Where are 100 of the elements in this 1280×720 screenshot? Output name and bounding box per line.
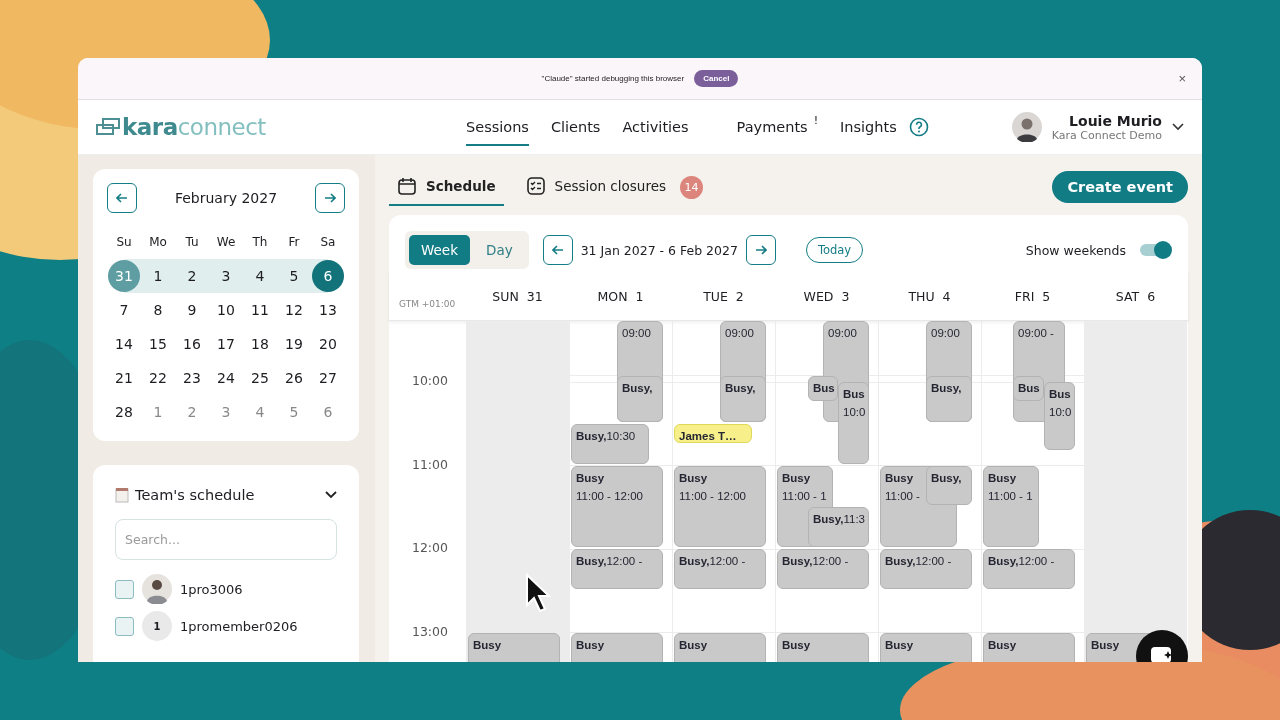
calendar-day[interactable]: 3 <box>210 260 242 292</box>
arrow-left-icon <box>551 245 564 255</box>
calendar-day[interactable]: 4 <box>244 260 276 292</box>
event-block[interactable]: Busy <box>983 632 1075 662</box>
nav-link[interactable]: Payments <box>736 108 808 146</box>
event-block[interactable]: Busy <box>674 632 766 662</box>
team-title: Team's schedule <box>135 487 256 503</box>
tab[interactable]: Schedule <box>389 168 504 206</box>
create-event-button[interactable]: Create event <box>1052 171 1188 203</box>
weekday-label: We <box>215 234 237 251</box>
calendar-day[interactable]: 1 <box>142 260 174 292</box>
calendar-day[interactable]: 16 <box>176 328 208 360</box>
event-block[interactable]: Busy,12:00 - <box>777 549 869 589</box>
calendar-day[interactable]: 26 <box>278 362 310 394</box>
calendar-day[interactable]: 8 <box>142 294 174 326</box>
event-block[interactable]: Busy,12:00 - <box>983 549 1075 589</box>
calendar-icon <box>397 176 417 196</box>
event-block[interactable]: Bus 10:0 <box>1044 382 1075 450</box>
calendar-day[interactable]: 27 <box>312 362 344 394</box>
calendar-day[interactable]: 6 <box>312 396 344 428</box>
event-block[interactable]: Busy <box>777 632 869 662</box>
event-block[interactable]: Busy 11:00 - 12:00 <box>674 465 766 548</box>
calendar-day[interactable]: 18 <box>244 328 276 360</box>
nav-link[interactable]: Activities <box>622 108 689 146</box>
calendar-day[interactable]: 5 <box>278 260 310 292</box>
event-block[interactable]: Busy <box>468 632 560 662</box>
hour-label: 12:00 <box>411 540 448 557</box>
calendar-day[interactable]: 2 <box>176 260 208 292</box>
timezone-label: GTM +01:00 <box>398 298 457 309</box>
logo-text: karaconnect <box>122 114 266 140</box>
calendar-day[interactable]: 15 <box>142 328 174 360</box>
chevron-down-icon[interactable] <box>325 491 337 499</box>
calendar-day[interactable]: 11 <box>244 294 276 326</box>
calendar-day[interactable]: 28 <box>108 396 140 428</box>
calendar-day[interactable]: 23 <box>176 362 208 394</box>
event-block[interactable]: Busy, <box>720 375 766 422</box>
calendar-day[interactable]: 14 <box>108 328 140 360</box>
event-block[interactable]: Busy,11:3 <box>808 507 869 548</box>
event-block[interactable]: Busy, <box>617 375 663 422</box>
calendar-day[interactable]: 12 <box>278 294 310 326</box>
event-block[interactable]: Bus <box>808 375 838 402</box>
view-option[interactable]: Week <box>409 235 470 265</box>
search-field[interactable]: Search... <box>115 519 337 560</box>
day-header: THU 4 <box>908 288 951 304</box>
cancel-button[interactable]: Cancel <box>694 70 739 87</box>
event-block[interactable]: Busy,12:00 - <box>571 549 663 589</box>
calendar-day[interactable]: 3 <box>210 396 242 428</box>
event-block[interactable]: Busy, <box>926 375 972 422</box>
event-block[interactable]: Busy, <box>926 465 972 506</box>
next-week-button[interactable] <box>745 235 776 265</box>
prev-month-button[interactable] <box>107 183 137 213</box>
user-org: Kara Connect Demo <box>1051 128 1162 142</box>
calendar-day[interactable]: 6 <box>312 260 344 292</box>
alert-mark: ! <box>813 113 819 127</box>
calendar-day[interactable]: 7 <box>108 294 140 326</box>
event-block[interactable]: Bus <box>1013 375 1044 402</box>
avatar[interactable] <box>1011 112 1042 142</box>
prev-week-button[interactable] <box>542 235 573 265</box>
chevron-down-icon[interactable] <box>1172 123 1184 131</box>
event-block[interactable]: Busy 11:00 - 12:00 <box>571 465 663 548</box>
event-block[interactable]: Busy <box>571 632 663 662</box>
event-block[interactable]: Busy <box>880 632 972 662</box>
calendar-day[interactable]: 24 <box>210 362 242 394</box>
calendar-day[interactable]: 22 <box>142 362 174 394</box>
event-block[interactable]: James T… <box>674 423 752 443</box>
logo-icon <box>96 118 120 136</box>
calendar-day[interactable]: 17 <box>210 328 242 360</box>
calendar-day[interactable]: 9 <box>176 294 208 326</box>
calendar-day[interactable]: 21 <box>108 362 140 394</box>
calendar-day[interactable]: 19 <box>278 328 310 360</box>
weekday-label: Su <box>115 234 133 251</box>
calendar-day[interactable]: 25 <box>244 362 276 394</box>
nav-link[interactable]: Clients <box>550 108 601 146</box>
nav-link[interactable]: Insights <box>840 108 897 146</box>
weekday-label: Fr <box>287 234 301 251</box>
event-block[interactable]: Busy,12:00 - <box>674 549 766 589</box>
calendar-day[interactable]: 2 <box>176 396 208 428</box>
checkbox[interactable] <box>115 616 134 636</box>
calendar-day[interactable]: 13 <box>312 294 344 326</box>
count-badge: 14 <box>680 175 703 199</box>
calendar-day[interactable]: 1 <box>142 396 174 428</box>
weekends-toggle[interactable] <box>1140 244 1170 256</box>
calendar-day[interactable]: 10 <box>210 294 242 326</box>
close-button[interactable]: × <box>1172 70 1192 87</box>
calendar-day[interactable]: 20 <box>312 328 344 360</box>
today-button[interactable]: Today <box>805 237 864 263</box>
arrow-left-icon <box>116 193 128 203</box>
calendar-day[interactable]: 4 <box>244 396 276 428</box>
event-block[interactable]: Bus 10:0 <box>838 382 869 464</box>
calendar-day[interactable]: 5 <box>278 396 310 428</box>
view-option[interactable]: Day <box>474 235 525 265</box>
event-block[interactable]: Busy 11:00 - 1 <box>983 465 1039 548</box>
event-block[interactable]: Busy,10:30 <box>571 423 649 464</box>
hour-label: 13:00 <box>411 623 448 641</box>
checkbox[interactable] <box>115 579 134 599</box>
next-month-button[interactable] <box>315 183 345 213</box>
tab[interactable]: Session closures <box>517 168 674 206</box>
event-block[interactable]: Busy,12:00 - <box>880 549 972 589</box>
help-icon[interactable] <box>908 117 929 137</box>
nav-link[interactable]: Sessions <box>466 108 529 146</box>
